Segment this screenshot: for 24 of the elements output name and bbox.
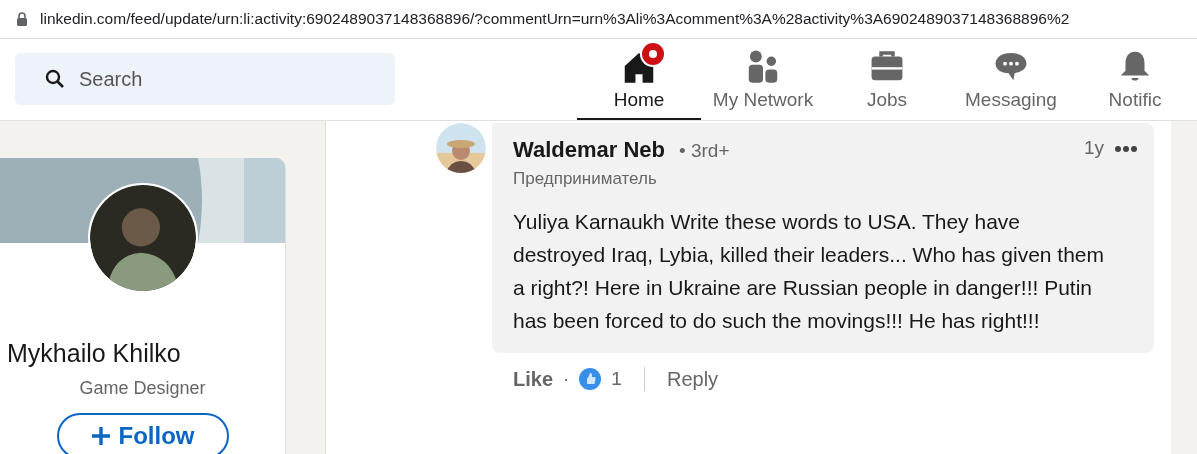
profile-name: Mykhailo Khilko	[6, 339, 181, 368]
connection-degree: • 3rd+	[679, 140, 730, 162]
search-icon	[45, 69, 65, 89]
author-name[interactable]: Waldemar Neb	[513, 137, 665, 163]
nav-tab[interactable]: Notific	[1073, 39, 1197, 120]
comment-time: 1y	[1083, 137, 1104, 159]
more-options-icon[interactable]	[1114, 145, 1138, 153]
separator-dot: ·	[563, 368, 570, 390]
nav-tab[interactable]: Jobs	[825, 39, 949, 120]
reply-button[interactable]: Reply	[666, 367, 719, 391]
follow-button[interactable]: Follow	[56, 413, 229, 454]
nav-tab[interactable]: Messaging	[949, 39, 1073, 120]
author-headline: Предприниматель	[513, 169, 658, 189]
nav-tab[interactable]: My Network	[701, 39, 825, 120]
plus-icon	[90, 426, 111, 446]
profile-headline: Game Designer	[79, 378, 206, 399]
search-field[interactable]: Search	[15, 53, 395, 105]
lock-icon	[16, 12, 28, 26]
comment-text: Yuliya Karnaukh Write these words to USA. They have destroyed Iraq, Lybia, killed their leaders... Who has given them a right?! Here in Ukraine are Russian people in danger!!! Putin has been forced to do such the movings!!! He has right!!!	[513, 209, 1106, 334]
reaction-count: 1	[611, 368, 622, 390]
thumbs-up-icon	[579, 368, 602, 390]
avatar[interactable]	[436, 123, 486, 173]
like-button[interactable]: Like	[513, 367, 554, 391]
nav-tab[interactable]: Home	[577, 39, 701, 120]
